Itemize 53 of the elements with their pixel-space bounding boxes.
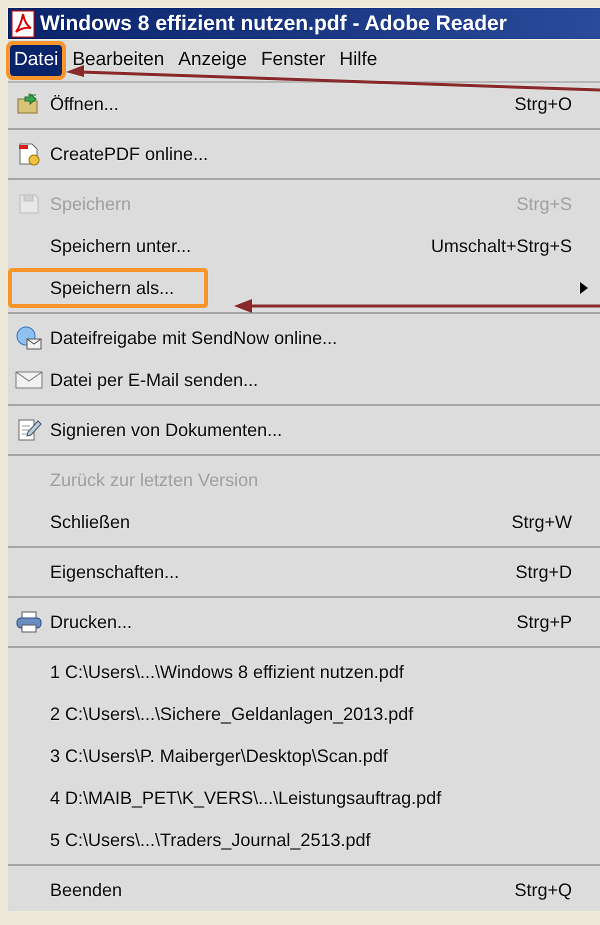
shortcut-label: Strg+P xyxy=(516,610,572,634)
menu-item-label: Signieren von Dokumenten... xyxy=(50,418,282,442)
shortcut-label: Strg+W xyxy=(511,510,572,534)
pdf-icon xyxy=(10,10,36,38)
shortcut-label: Strg+S xyxy=(516,192,572,216)
signature-icon xyxy=(16,417,42,443)
menu-item[interactable]: 3 C:\Users\P. Maiberger\Desktop\Scan.pdf xyxy=(8,735,600,777)
shortcut-label: Strg+O xyxy=(514,92,572,116)
menu-bar-item[interactable]: Fenster xyxy=(256,45,330,76)
menu-item[interactable]: Speichern unter... Umschalt+Strg+S xyxy=(8,225,600,267)
menu-item-label: Beenden xyxy=(50,878,122,902)
menu-item[interactable]: 5 C:\Users\...\Traders_Journal_2513.pdf xyxy=(8,819,600,861)
menu-item-label: Dateifreigabe mit SendNow online... xyxy=(50,326,338,350)
envelope-icon xyxy=(15,370,43,390)
menu-item[interactable]: Dateifreigabe mit SendNow online... xyxy=(8,317,600,359)
menu-bar-item[interactable]: Hilfe xyxy=(335,45,382,76)
menu-item-label: Eigenschaften... xyxy=(50,560,180,584)
menu-item-label: Speichern als... xyxy=(50,276,174,300)
window-title: Windows 8 effizient nutzen.pdf - Adobe Reader xyxy=(40,10,507,37)
menu-item-label: 1 C:\Users\...\Windows 8 effizient nutzen.pdf xyxy=(50,660,404,684)
shortcut-label: Umschalt+Strg+S xyxy=(430,234,572,258)
document-icon xyxy=(16,141,42,167)
menu-item[interactable]: Datei per E-Mail senden... xyxy=(8,359,600,401)
menu-bar-item[interactable]: Bearbeiten xyxy=(68,45,168,76)
menu-item-label: Zurück zur letzten Version xyxy=(50,468,258,492)
menu-item[interactable]: Signieren von Dokumenten... xyxy=(8,409,600,451)
menu-item[interactable]: Öffnen... Strg+O xyxy=(8,83,600,125)
menu-item-label: 4 D:\MAIB_PET\K_VERS\...\Leistungsauftrag.pdf xyxy=(50,786,442,810)
menu-item[interactable]: Drucken... Strg+P xyxy=(8,601,600,643)
menu-bar-item[interactable]: Anzeige xyxy=(174,45,251,76)
menu-item[interactable]: 1 C:\Users\...\Windows 8 effizient nutzen.pdf xyxy=(8,651,600,693)
printer-icon xyxy=(15,610,43,634)
menu-item-label: Öffnen... xyxy=(50,92,119,116)
shortcut-label: Strg+D xyxy=(515,560,572,584)
menu-item[interactable]: Eigenschaften... Strg+D xyxy=(8,551,600,593)
globe-envelope-icon xyxy=(15,325,43,351)
menu-item[interactable]: CreatePDF online... xyxy=(8,133,600,175)
menu-item[interactable]: Schließen Strg+W xyxy=(8,501,600,543)
menu-bar-item[interactable]: Datei xyxy=(10,45,62,76)
menu-item[interactable]: 4 D:\MAIB_PET\K_VERS\...\Leistungsauftrag.pdf xyxy=(8,777,600,819)
shortcut-label: Strg+Q xyxy=(514,878,572,902)
menu-item-label: 3 C:\Users\P. Maiberger\Desktop\Scan.pdf xyxy=(50,744,388,768)
menu-item-label: Datei per E-Mail senden... xyxy=(50,368,258,392)
menu-item-label: 2 C:\Users\...\Sichere_Geldanlagen_2013.pdf xyxy=(50,702,414,726)
menu-item-label: Drucken... xyxy=(50,610,132,634)
menu-item[interactable]: Speichern als... xyxy=(8,267,600,309)
menu-item-label: Speichern unter... xyxy=(50,234,192,258)
menu-item-label: Speichern xyxy=(50,192,132,216)
menu-item-label: Schließen xyxy=(50,510,130,534)
menu-item[interactable]: 2 C:\Users\...\Sichere_Geldanlagen_2013.pdf xyxy=(8,693,600,735)
menu-item-label: 5 C:\Users\...\Traders_Journal_2513.pdf xyxy=(50,828,370,852)
menu-item-label: CreatePDF online... xyxy=(50,142,208,166)
menu-item[interactable]: Beenden Strg+Q xyxy=(8,869,600,911)
